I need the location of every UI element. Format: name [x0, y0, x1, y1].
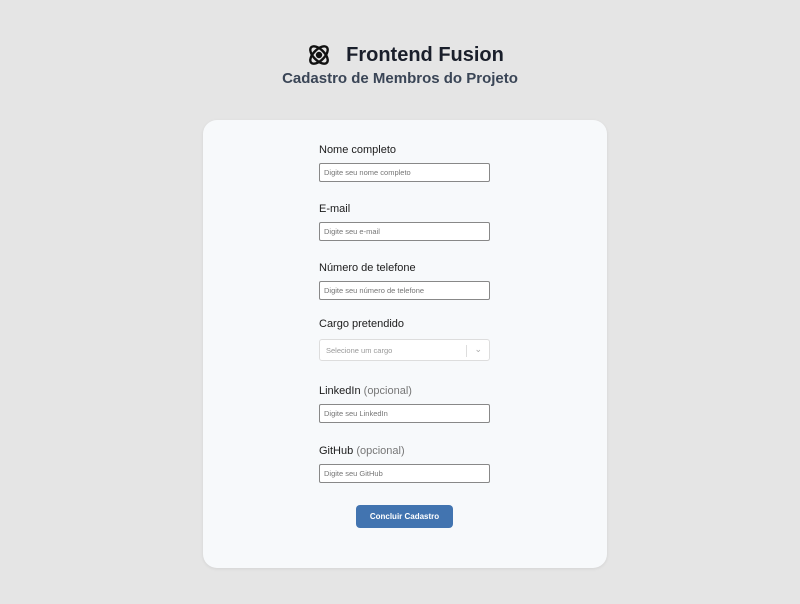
brand: Frontend Fusion [10, 41, 800, 69]
select-separator [466, 345, 467, 357]
name-field: Nome completo [319, 144, 490, 182]
submit-button[interactable]: Concluir Cadastro [356, 505, 453, 528]
atom-logo-icon [309, 45, 330, 65]
page-subtitle: Cadastro de Membros do Projeto [282, 70, 518, 87]
github-label-text: GitHub [319, 445, 354, 457]
email-field: E-mail [319, 203, 490, 241]
name-input[interactable] [319, 163, 490, 182]
role-label: Cargo pretendido [319, 318, 405, 330]
linkedin-label: LinkedIn (opcional) [319, 385, 490, 399]
phone-label: Número de telefone [319, 262, 416, 274]
brand-name: Frontend Fusion [346, 43, 504, 66]
linkedin-input[interactable] [319, 404, 490, 423]
github-input[interactable] [319, 464, 490, 483]
linkedin-field: LinkedIn (opcional) [319, 385, 490, 423]
name-label: Nome completo [319, 144, 397, 156]
github-field: GitHub (opcional) [319, 445, 490, 483]
email-input[interactable] [319, 222, 490, 241]
email-label: E-mail [319, 203, 351, 215]
role-select[interactable]: Selecione um cargo ⌄ [319, 339, 490, 361]
optional-tag: (opcional) [363, 385, 412, 397]
role-field: Cargo pretendido Selecione um cargo ⌄ [319, 318, 490, 361]
phone-input[interactable] [319, 281, 490, 300]
github-label: GitHub (opcional) [319, 445, 490, 459]
optional-tag: (opcional) [356, 445, 405, 457]
phone-field: Número de telefone [319, 262, 490, 300]
role-placeholder: Selecione um cargo [326, 345, 393, 355]
chevron-down-icon[interactable]: ⌄ [474, 344, 482, 355]
registration-form: Nome completo E-mail Número de telefone … [203, 120, 607, 568]
header: Frontend Fusion Cadastro de Membros do P… [0, 41, 800, 88]
linkedin-label-text: LinkedIn [319, 385, 361, 397]
